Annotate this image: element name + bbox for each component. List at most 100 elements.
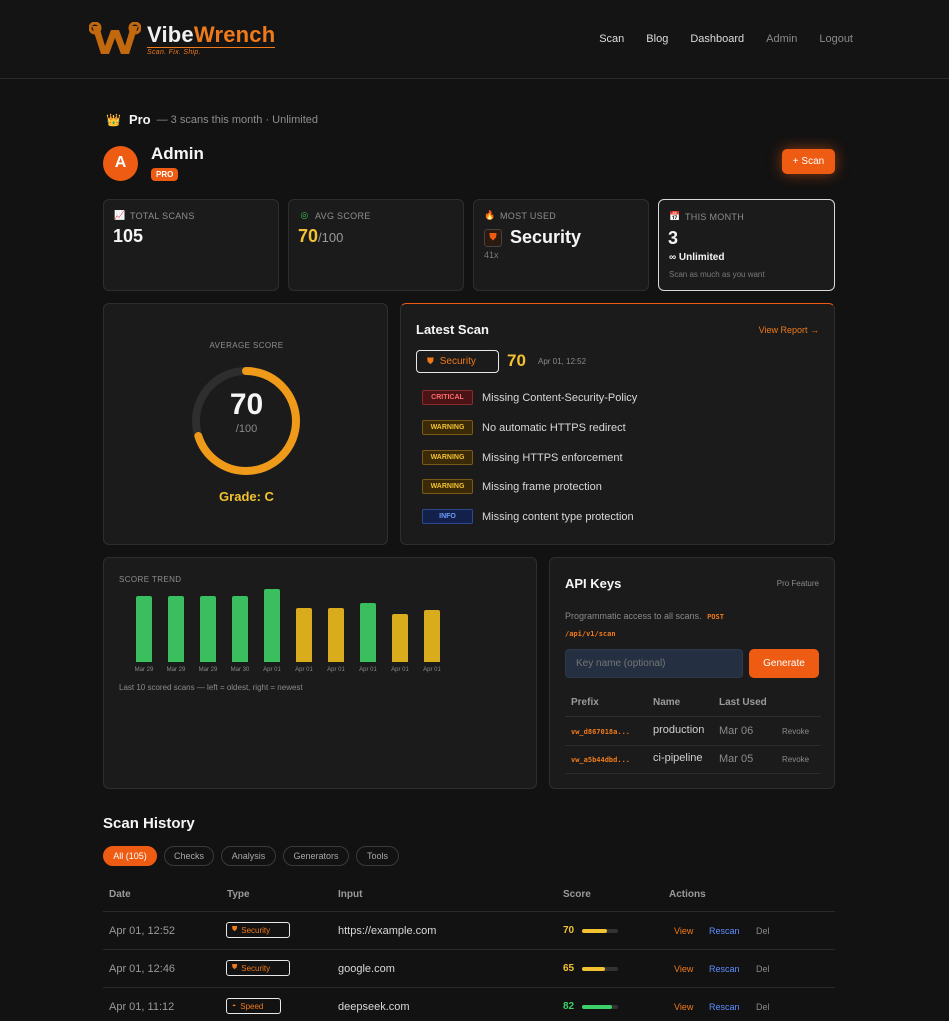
stat-value: 105: [113, 226, 144, 246]
nav-logout[interactable]: Logout: [819, 33, 853, 45]
row-input: https://example.com: [338, 925, 437, 937]
average-score-value: 70: [229, 388, 264, 421]
key-last-used: Mar 05: [719, 753, 754, 765]
latest-type-label: Security: [439, 356, 476, 367]
trend-bar: [296, 607, 312, 662]
trend-bar: [264, 589, 280, 662]
filter-checks[interactable]: Checks: [164, 846, 214, 866]
flame-icon: 🔥: [484, 210, 496, 220]
row-view-button[interactable]: View: [674, 1002, 693, 1012]
filter-all[interactable]: All (105): [103, 846, 157, 866]
severity-badge: WARNING: [422, 479, 473, 494]
stat-this-month: 📅 THIS MONTH 3 ∞ Unlimited Scan as much a…: [658, 199, 835, 291]
filter-generators[interactable]: Generators: [283, 846, 349, 866]
shield-icon: ⛊: [484, 228, 502, 247]
api-th-prefix: Prefix: [571, 697, 599, 708]
row-delete-button[interactable]: Del: [756, 1002, 770, 1012]
issue-item: INFO Missing content type protection: [422, 509, 634, 524]
latest-scan-title: Latest Scan: [416, 322, 489, 337]
th-actions: Actions: [669, 889, 706, 900]
avg-score-suffix: /100: [318, 230, 344, 245]
row-score-track: [582, 967, 618, 971]
stat-value: 3: [668, 228, 679, 248]
pro-feature-label: Pro Feature: [776, 579, 819, 588]
issue-text: Missing HTTPS enforcement: [482, 451, 623, 464]
user-name: Admin: [151, 144, 204, 163]
row-type-label: Speed: [240, 1001, 264, 1011]
revoke-button[interactable]: Revoke: [782, 727, 809, 736]
key-name-input[interactable]: [565, 649, 743, 678]
api-keys-title: API Keys: [565, 576, 622, 591]
nav-scan[interactable]: Scan: [599, 33, 624, 45]
nav-dashboard[interactable]: Dashboard: [690, 33, 744, 45]
key-last-used: Mar 06: [719, 725, 754, 737]
api-th-last: Last Used: [719, 697, 767, 708]
row-score-track: [582, 1005, 618, 1009]
issue-item: WARNING No automatic HTTPS redirect: [422, 420, 626, 435]
wrench-logo-icon: [89, 22, 141, 54]
shield-icon: ⛊: [427, 356, 434, 366]
row-divider: [103, 987, 835, 988]
row-rescan-button[interactable]: Rescan: [709, 964, 740, 974]
latest-scan-type[interactable]: ⛊ Security: [416, 350, 499, 373]
nav-admin[interactable]: Admin: [766, 33, 797, 45]
row-divider: [103, 949, 835, 950]
row-rescan-button[interactable]: Rescan: [709, 1002, 740, 1012]
filter-analysis[interactable]: Analysis: [221, 846, 276, 866]
row-type-badge: ⛊ Security: [226, 960, 290, 976]
row-type-label: Security: [241, 925, 271, 935]
severity-badge: CRITICAL: [422, 390, 473, 405]
pro-badge: PRO: [151, 168, 179, 181]
stat-label: MOST USED: [500, 210, 557, 221]
speedometer-icon: ◓: [232, 1002, 237, 1010]
scan-history-title: Scan History: [103, 815, 195, 832]
average-score-outof: /100: [235, 423, 258, 435]
trend-bar-label: Apr 01: [359, 667, 377, 673]
api-desc-text: Programmatic access to all scans.: [565, 611, 702, 621]
new-scan-button[interactable]: + Scan: [782, 149, 835, 174]
average-grade: Grade: C: [219, 489, 274, 504]
revoke-button[interactable]: Revoke: [782, 755, 809, 764]
row-score-fill: [582, 1005, 612, 1009]
trend-bar-label: Mar 29: [166, 667, 186, 673]
avatar: A: [103, 145, 138, 181]
issue-item: CRITICAL Missing Content-Security-Policy: [422, 390, 637, 405]
filter-tools[interactable]: Tools: [356, 846, 399, 866]
stat-avg-score: ◎ AVG SCORE 70/100: [288, 199, 464, 291]
plan-detail: — 3 scans this month · Unlimited: [156, 113, 319, 126]
trend-bar-label: Apr 01: [295, 667, 313, 673]
stat-sub: 41x: [484, 250, 499, 260]
row-input: google.com: [338, 963, 395, 975]
main-nav: Scan Blog Dashboard Admin Logout: [577, 33, 853, 45]
latest-scan-card: Latest Scan View Report → ⛊ Security 70 A…: [400, 303, 835, 545]
brand-name-wrench: Wrench: [193, 22, 276, 47]
severity-badge: WARNING: [422, 420, 473, 435]
row-delete-button[interactable]: Del: [756, 964, 770, 974]
issue-text: No automatic HTTPS redirect: [482, 421, 626, 434]
th-date: Date: [109, 889, 131, 900]
row-type-label: Security: [241, 963, 271, 973]
row-type-badge: ◓ Speed: [226, 998, 281, 1014]
row-view-button[interactable]: View: [674, 926, 693, 936]
key-prefix: vw_d867018a...: [571, 728, 631, 736]
stat-label: TOTAL SCANS: [130, 210, 195, 221]
generate-button[interactable]: Generate: [749, 649, 819, 678]
trend-bar-label: Apr 01: [327, 667, 345, 673]
issue-text: Missing frame protection: [482, 480, 602, 493]
latest-time: Apr 01, 12:52: [538, 357, 587, 366]
trend-bar-label: Apr 01: [391, 667, 409, 673]
row-view-button[interactable]: View: [674, 964, 693, 974]
row-delete-button[interactable]: Del: [756, 926, 770, 936]
row-score-fill: [582, 929, 608, 933]
row-score: 70: [563, 925, 575, 936]
shield-icon: ⛊: [232, 926, 238, 933]
row-input: deepseek.com: [338, 1001, 410, 1013]
top-header: VibeWrench Scan. Fix. Ship. Scan Blog Da…: [0, 0, 949, 79]
chart-icon: 📈: [114, 210, 126, 220]
nav-blog[interactable]: Blog: [646, 33, 668, 45]
brand-logo[interactable]: VibeWrench Scan. Fix. Ship.: [89, 22, 276, 58]
score-trend-card: SCORE TREND Mar 29 Mar 29 Mar 29 Mar 30 Apr …: [103, 557, 537, 789]
row-rescan-button[interactable]: Rescan: [709, 926, 740, 936]
view-report-link[interactable]: View Report →: [759, 325, 819, 335]
trend-bar-label: Mar 29: [198, 667, 218, 673]
